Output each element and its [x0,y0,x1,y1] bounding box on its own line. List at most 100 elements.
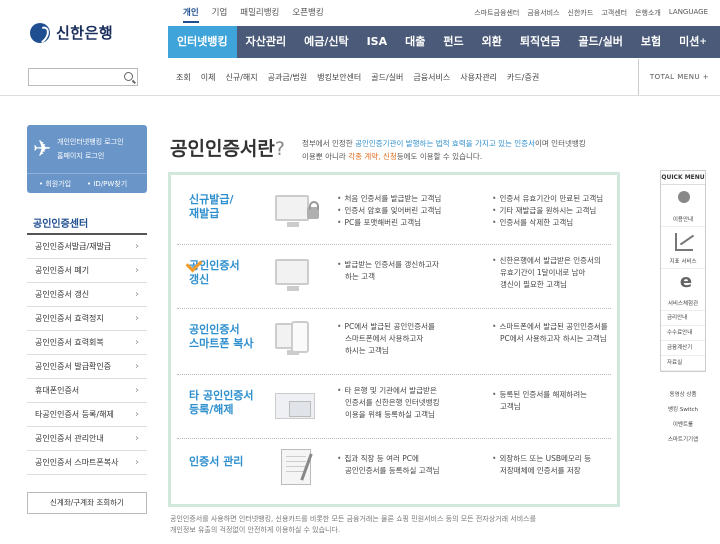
main-nav-deposit[interactable]: 예금/신탁 [295,26,358,58]
search-icon[interactable] [124,72,133,81]
bullet-cont: 스마트폰에서 사용하고자 [345,334,424,343]
monitor-icon [275,259,309,291]
internet-banking-login-link[interactable]: 개인인터넷뱅킹 로그인 [57,137,124,147]
row-smartphone-title[interactable]: 공인인증서 스마트폰 복사 [189,323,254,351]
quick-fee[interactable]: 수수료안내 [661,326,705,341]
sidebar-menu: 공인인증서발급/재발급 공인인증서 폐기 공인인증서 갱신 공인인증서 효력정지… [27,233,147,475]
quick-usage-guide[interactable]: 이용안내 [661,185,705,227]
sub-nav-utility-court[interactable]: 공과금/법원 [268,72,308,83]
sidebar-item-manage-guide[interactable]: 공인인증서 관리안내 [27,427,147,451]
main-nav-pension[interactable]: 퇴직연금 [511,26,569,58]
bullet: 등록된 인증서를 해제하려는 [492,389,612,401]
desc-part-a: 정부에서 인정한 [302,139,356,148]
bullet: PC를 포맷해버린 고객님 [337,217,477,229]
bullet-cont: 갱신이 필요한 고객님 [500,280,567,289]
page-title-question: ? [274,138,285,160]
sidebar-item-other-register[interactable]: 타공인인증서 등록/해제 [27,403,147,427]
main-nav-internet-banking[interactable]: 인터넷뱅킹 [168,26,237,58]
logo[interactable]: 신한은행 [30,22,113,43]
sidebar-item-confirmation[interactable]: 공인인증서 발급확인증 [27,355,147,379]
main-nav-loan[interactable]: 대출 [396,26,434,58]
header-divider [0,95,720,96]
sub-nav-new-close[interactable]: 신규/해지 [225,72,257,83]
main-nav-asset[interactable]: 자산관리 [237,26,295,58]
quick-calculator[interactable]: 금융계산기 [661,341,705,356]
top-utility-links: 스마트금융센터 금융서비스 신한카드 고객센터 은행소개 LANGUAGE [474,8,708,18]
sub-nav-inquiry[interactable]: 조회 [176,72,191,83]
sidebar-item-renew[interactable]: 공인인증서 갱신 [27,283,147,307]
login-divider [27,173,147,174]
lock-icon [307,201,319,219]
row-renew-title-2: 갱신 [189,273,210,286]
row-smartphone-title-1: 공인인증서 [189,323,240,336]
quick-event[interactable]: 이벤트룰 [660,418,706,433]
total-menu-button[interactable]: TOTAL MENU + [638,59,720,95]
row-issue-col1: 처음 인증서를 발급받는 고객님 인증서 암호를 잊어버린 고객님 PC를 포맷… [337,193,477,229]
row-manage-title[interactable]: 인증서 관리 [189,455,243,469]
main-nav-gold-silver[interactable]: 골드/실버 [569,26,632,58]
link-smart-finance[interactable]: 스마트금융센터 [474,8,519,18]
form-pen-illustration [269,447,325,489]
row-issue-title[interactable]: 신규발급/ 재발급 [189,193,234,221]
quick-interest-rate[interactable]: 금리안내 [661,311,705,326]
quick-index-service[interactable]: 지표 서비스 [661,227,705,269]
link-bank-intro[interactable]: 은행소개 [635,8,661,18]
main-nav-forex[interactable]: 외환 [473,26,511,58]
bullet: 스마트폰에서 발급된 공인인증서를 [492,321,612,333]
page-title: 공인인증서란? [170,134,285,161]
page-description: 정부에서 인정한 공인인증기관이 발행하는 법적 효력을 가지고 있는 인증서이… [302,137,592,163]
quick-smart-app[interactable]: 스마트기기앱 [660,433,706,448]
main-nav-fund[interactable]: 펀드 [434,26,472,58]
sub-nav-gold-silver[interactable]: 골드/실버 [371,72,403,83]
sub-nav-user-admin[interactable]: 사용자관리 [460,72,497,83]
desc-part-c: 등에도 이용할 수 있습니다. [396,152,483,161]
sidebar-item-smartphone-copy[interactable]: 공인인증서 스마트폰복사 [27,451,147,475]
bullet: 외장하드 또는 USB메모리 등 [492,453,612,465]
link-language[interactable]: LANGUAGE [669,8,708,18]
search-input[interactable] [28,68,138,86]
row-renew-title[interactable]: 공인인증서 갱신 [185,255,240,287]
row-other-cert: 타 공인인증서 등록/해제 타 은행 및 기관에서 발급받은 인증서를 신한은행… [177,375,611,439]
sidebar-item-revoke[interactable]: 공인인증서 폐기 [27,259,147,283]
main-nav-insurance[interactable]: 보험 [632,26,670,58]
shinhan-bird-icon: ✈ [33,137,52,162]
quick-video-product[interactable]: 동영상 상품 [660,388,706,403]
sidebar-item-restore[interactable]: 공인인증서 효력회복 [27,331,147,355]
row-other-cert-title[interactable]: 타 공인인증서 등록/해제 [189,389,254,417]
sidebar-item-issue[interactable]: 공인인증서발급/재발급 [27,235,147,259]
link-shinhan-card[interactable]: 신한카드 [568,8,594,18]
logo-text: 신한은행 [56,24,114,42]
top-nav-personal[interactable]: 개인 [183,6,199,23]
row-manage-title-1: 인증서 관리 [189,455,244,468]
account-lookup-button[interactable]: 신계좌/구계좌 조회하기 [27,492,147,514]
quick-archive[interactable]: 자료실 [661,356,705,371]
sub-nav-security-center[interactable]: 뱅킹보안센터 [317,72,361,83]
papers-illustration [269,387,325,429]
sub-nav-card-securities[interactable]: 카드/증권 [507,72,539,83]
main-nav-mission[interactable]: 미션 [670,26,716,58]
link-customer-center[interactable]: 고객센터 [601,8,627,18]
bullet-cont: 하는 고객 [345,272,375,281]
link-finance-service[interactable]: 금융서비스 [527,8,559,18]
join-link[interactable]: • 회원가입 [39,179,71,189]
row-issue-title-1: 신규발급/ [189,193,234,206]
find-id-pw-link[interactable]: • ID/PW찾기 [87,179,127,189]
row-smartphone-title-2: 스마트폰 복사 [189,337,254,350]
cert-info-panel: 신규발급/ 재발급 처음 인증서를 발급받는 고객님 인증서 암호를 잊어버린 … [168,172,620,507]
page-title-text: 공인인증서란 [170,138,275,160]
sub-nav-transfer[interactable]: 이체 [201,72,216,83]
row-other-cert-title-2: 등록/해제 [189,403,234,416]
sidebar-item-mobile-cert[interactable]: 휴대폰인증서 [27,379,147,403]
top-nav-corporate[interactable]: 기업 [212,6,228,23]
top-nav: 개인 기업 패밀리뱅킹 오픈뱅킹 [183,6,324,23]
homepage-login-link[interactable]: 홈페이지 로그인 [57,151,104,161]
top-nav-openbanking[interactable]: 오픈뱅킹 [292,6,323,23]
sidebar-item-suspend[interactable]: 공인인증서 효력정지 [27,307,147,331]
quick-banking-switch[interactable]: 뱅킹 Switch [660,403,706,418]
bullet: 발급받는 인증서를 갱신하고자 [337,259,477,271]
main-nav-isa[interactable]: ISA [358,26,397,58]
sub-nav-finance-service[interactable]: 금융서비스 [413,72,450,83]
quick-experience[interactable]: e 서비스체험관 [661,269,705,311]
top-nav-family[interactable]: 패밀리뱅킹 [240,6,279,23]
quick-menu: QUICK MENU 이용안내 지표 서비스 e 서비스체험관 금리안내 수수료… [660,170,706,372]
